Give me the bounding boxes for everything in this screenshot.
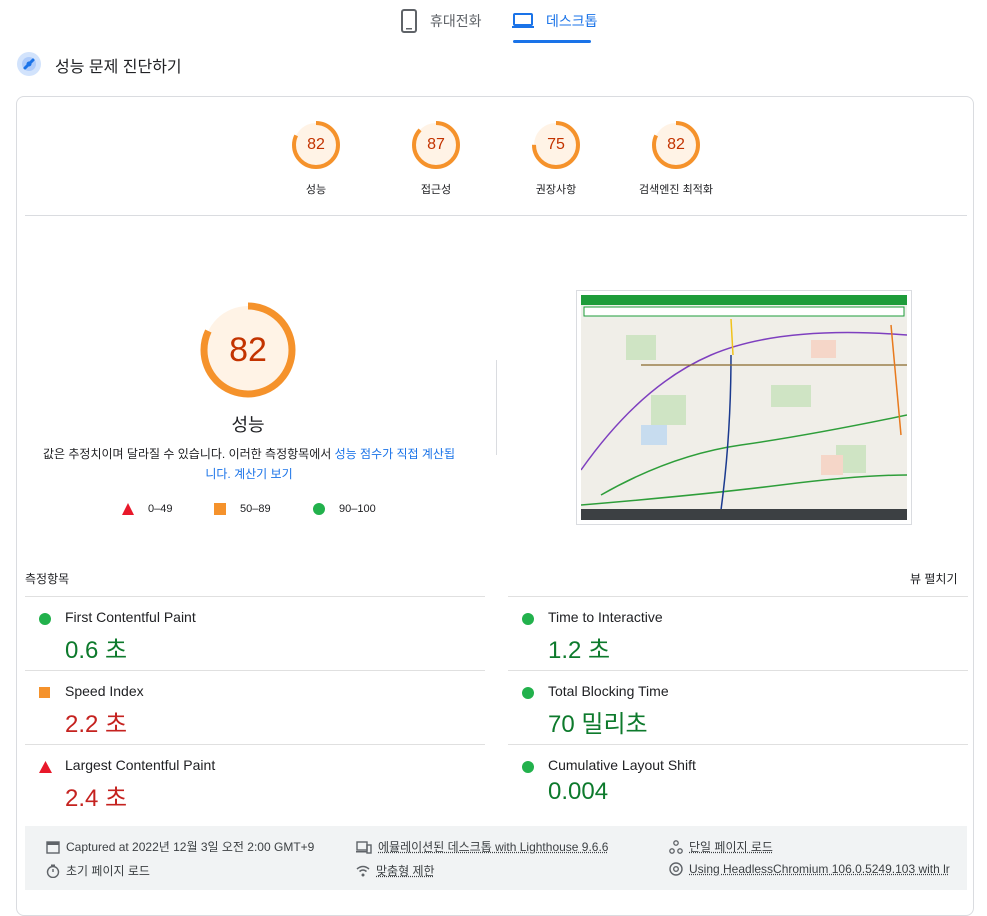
legend-range: 0–49: [148, 503, 173, 515]
map-thumbnail: [580, 295, 908, 520]
metric-cls: Cumulative Layout Shift 0.004: [508, 744, 968, 818]
captured-text: Captured at 2022년 12월 3일 오전 2:00 GMT+9: [66, 840, 315, 854]
score-label: 접근성: [420, 184, 452, 196]
page-screenshot[interactable]: [576, 290, 912, 525]
legend-poor: 0–49: [122, 503, 172, 515]
score-label: 성능: [305, 184, 327, 196]
score-value: 75: [547, 136, 565, 153]
captured-info: Captured at 2022년 12월 3일 오전 2:00 GMT+9: [46, 838, 314, 855]
metric-value: 2.4 초: [65, 785, 128, 812]
metric-value: 70 밀리초: [548, 711, 648, 738]
browser-text[interactable]: Using HeadlessChromium 106.0.5249.103 wi…: [689, 862, 950, 876]
report-footer: [25, 826, 967, 890]
wifi-icon: [356, 865, 370, 876]
good-indicator-icon: [39, 613, 51, 625]
divider: [25, 215, 967, 216]
legend-range: 90–100: [339, 503, 376, 515]
metric-speed-index: Speed Index 2.2 초: [25, 670, 485, 744]
metric-value: 0.6 초: [65, 637, 128, 664]
initial-load-text: 초기 페이지 로드: [66, 864, 150, 878]
average-indicator-icon: [39, 687, 50, 698]
score-label: 검색엔진 최적화: [639, 184, 713, 196]
score-value: 82: [667, 136, 685, 153]
legend-range: 50–89: [240, 503, 271, 515]
nodes-icon: [669, 839, 683, 854]
lighthouse-icon: [16, 51, 42, 82]
poor-indicator-icon: [39, 761, 52, 773]
initial-load-info: 초기 페이지 로드: [46, 862, 150, 879]
legend-average: 50–89: [214, 503, 271, 515]
good-indicator-icon: [522, 687, 534, 699]
score-value: 87: [427, 136, 445, 153]
description-text: 값은 추정치이며 달라질 수 있습니다. 이러한 측정항목에서: [42, 447, 335, 461]
metric-value: 0.004: [548, 778, 609, 805]
throttling-info: 맞춤형 제한: [356, 862, 435, 879]
metric-tti: Time to Interactive 1.2 초: [508, 596, 968, 670]
metrics-title: 측정항목: [25, 572, 70, 586]
metric-name: Total Blocking Time: [548, 683, 669, 699]
metric-value: 1.2 초: [548, 637, 611, 664]
emulated-info: 에뮬레이션된 데스크톱 with Lighthouse 9.6.6: [356, 838, 608, 855]
metric-name: Speed Index: [65, 683, 144, 699]
expand-view-button[interactable]: 뷰 펼치기: [910, 570, 958, 587]
metric-value: 2.2 초: [65, 711, 128, 738]
timer-icon: [46, 864, 60, 878]
square-icon: [214, 503, 226, 515]
performance-score: 82: [229, 331, 267, 369]
metric-name: Largest Contentful Paint: [65, 757, 216, 773]
good-indicator-icon: [522, 613, 534, 625]
metric-name: First Contentful Paint: [65, 609, 196, 625]
triangle-icon: [122, 503, 134, 515]
performance-label: 성능: [231, 415, 265, 435]
metric-tbt: Total Blocking Time 70 밀리초: [508, 670, 968, 744]
score-gauge[interactable]: 82: [291, 120, 341, 170]
good-indicator-icon: [522, 761, 534, 773]
metric-name: Cumulative Layout Shift: [548, 757, 696, 773]
tab-mobile[interactable]: 휴대전화: [400, 8, 482, 34]
vertical-divider: [496, 360, 497, 455]
devices-icon: [356, 840, 372, 854]
legend-good: 90–100: [313, 503, 376, 515]
active-tab-indicator: [513, 40, 591, 43]
score-gauge[interactable]: 82: [651, 120, 701, 170]
tab-mobile-label: 휴대전화: [430, 13, 482, 29]
tab-desktop-label: 데스크톱: [546, 13, 598, 29]
browser-info: Using HeadlessChromium 106.0.5249.103 wi…: [669, 862, 950, 876]
page-title: 성능 문제 진단하기: [55, 59, 182, 76]
tab-desktop[interactable]: 데스크톱: [512, 8, 598, 34]
throttling-text[interactable]: 맞춤형 제한: [376, 862, 435, 879]
laptop-icon: [512, 13, 534, 28]
chrome-icon: [669, 862, 683, 876]
circle-icon: [313, 503, 325, 515]
single-page-text[interactable]: 단일 페이지 로드: [689, 838, 773, 855]
calendar-icon: [46, 840, 60, 854]
single-page-info: 단일 페이지 로드: [669, 838, 773, 855]
metric-lcp: Largest Contentful Paint 2.4 초: [25, 744, 485, 818]
metric-fcp: First Contentful Paint 0.6 초: [25, 596, 485, 670]
score-gauge[interactable]: 87: [411, 120, 461, 170]
metric-name: Time to Interactive: [548, 609, 663, 625]
emulated-text[interactable]: 에뮬레이션된 데스크톱 with Lighthouse 9.6.6: [378, 838, 608, 855]
performance-description: 값은 추정치이며 달라질 수 있습니다. 이러한 측정항목에서 성능 점수가 직…: [40, 444, 458, 484]
score-value: 82: [307, 136, 325, 153]
score-label: 권장사항: [535, 184, 577, 196]
phone-icon: [401, 9, 417, 33]
score-gauge[interactable]: 75: [531, 120, 581, 170]
